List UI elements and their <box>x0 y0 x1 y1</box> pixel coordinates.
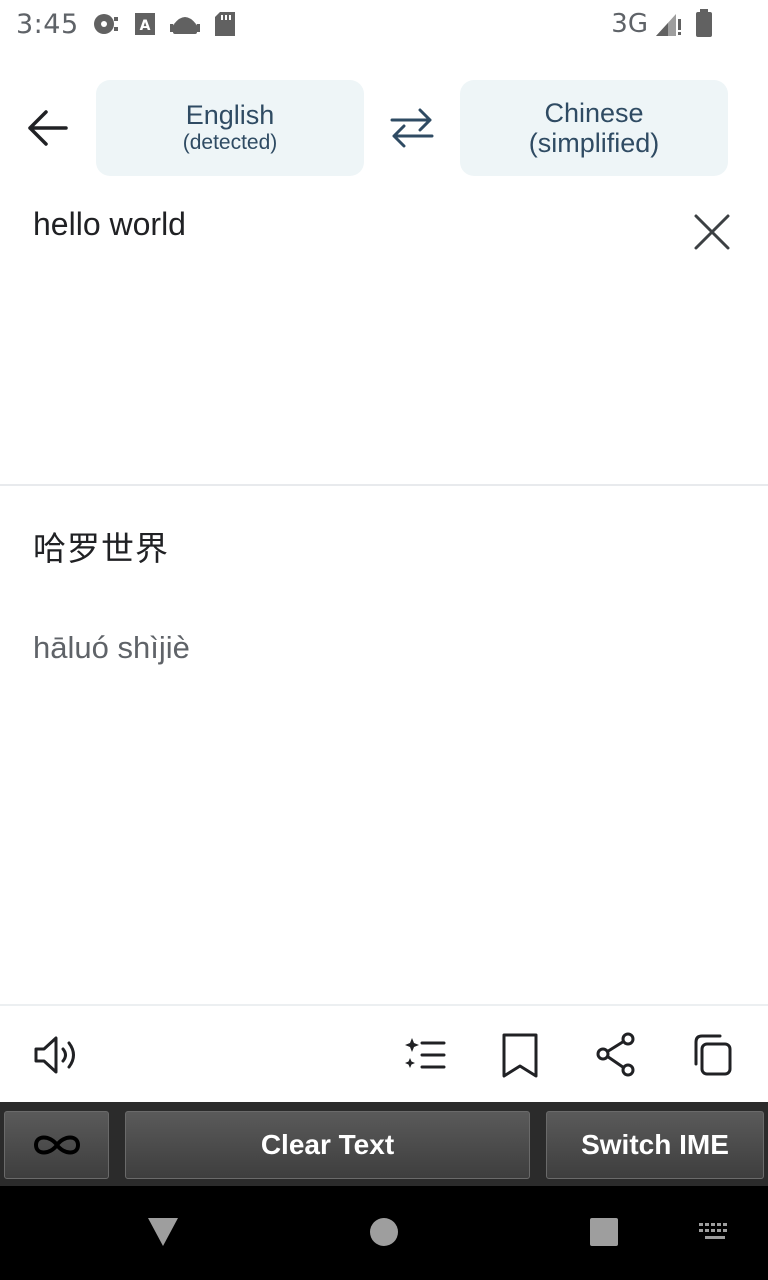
font-app-icon: A <box>135 13 155 35</box>
target-language-button[interactable]: Chinese (simplified) <box>460 80 728 176</box>
status-time: 3:45 <box>16 9 79 40</box>
sd-card-icon <box>215 12 235 36</box>
keyboard-icon[interactable] <box>697 1221 733 1243</box>
alternatives-icon[interactable] <box>400 1030 450 1080</box>
media-icon <box>94 14 118 34</box>
source-language-button[interactable]: English (detected) <box>96 80 364 176</box>
share-icon[interactable] <box>592 1030 642 1080</box>
notification-icons: A <box>92 10 236 38</box>
copy-icon[interactable] <box>688 1030 738 1080</box>
source-language-label: English <box>185 100 275 130</box>
battery-icon <box>696 9 712 37</box>
divider <box>0 484 768 486</box>
ime-toolbar: Clear Text Switch IME <box>0 1102 768 1186</box>
language-bar: English (detected) Chinese (simplified) <box>0 80 768 176</box>
bookmark-icon[interactable] <box>496 1030 546 1080</box>
speaker-icon[interactable] <box>32 1030 82 1080</box>
switch-ime-button[interactable]: Switch IME <box>546 1111 764 1179</box>
signal-icon <box>656 14 681 36</box>
back-arrow-icon[interactable] <box>22 106 74 150</box>
action-bar <box>0 1006 768 1102</box>
clear-text-button[interactable]: Clear Text <box>125 1111 530 1179</box>
swap-languages-icon[interactable] <box>386 104 438 152</box>
svg-text:A: A <box>140 18 151 34</box>
translated-text[interactable]: 哈罗世界 <box>33 522 169 570</box>
recents-nav-icon[interactable] <box>589 1217 619 1247</box>
romanization-text: hāluó shìjiè <box>33 630 190 665</box>
source-text[interactable]: hello world <box>33 206 186 243</box>
network-type: 3G <box>611 9 648 39</box>
ime-infinity-button[interactable] <box>4 1111 109 1179</box>
clear-input-icon[interactable] <box>692 212 732 252</box>
home-nav-icon[interactable] <box>369 1217 399 1247</box>
back-nav-icon[interactable] <box>146 1216 180 1248</box>
source-text-area[interactable]: hello world <box>0 190 768 484</box>
android-icon <box>170 17 200 34</box>
target-language-detail: (simplified) <box>528 128 660 158</box>
navigation-bar <box>0 1186 768 1280</box>
status-bar: 3:45 A 3G <box>0 0 768 48</box>
source-language-detail: (detected) <box>182 131 278 154</box>
target-language-label: Chinese <box>544 98 644 128</box>
infinity-icon <box>33 1135 80 1155</box>
